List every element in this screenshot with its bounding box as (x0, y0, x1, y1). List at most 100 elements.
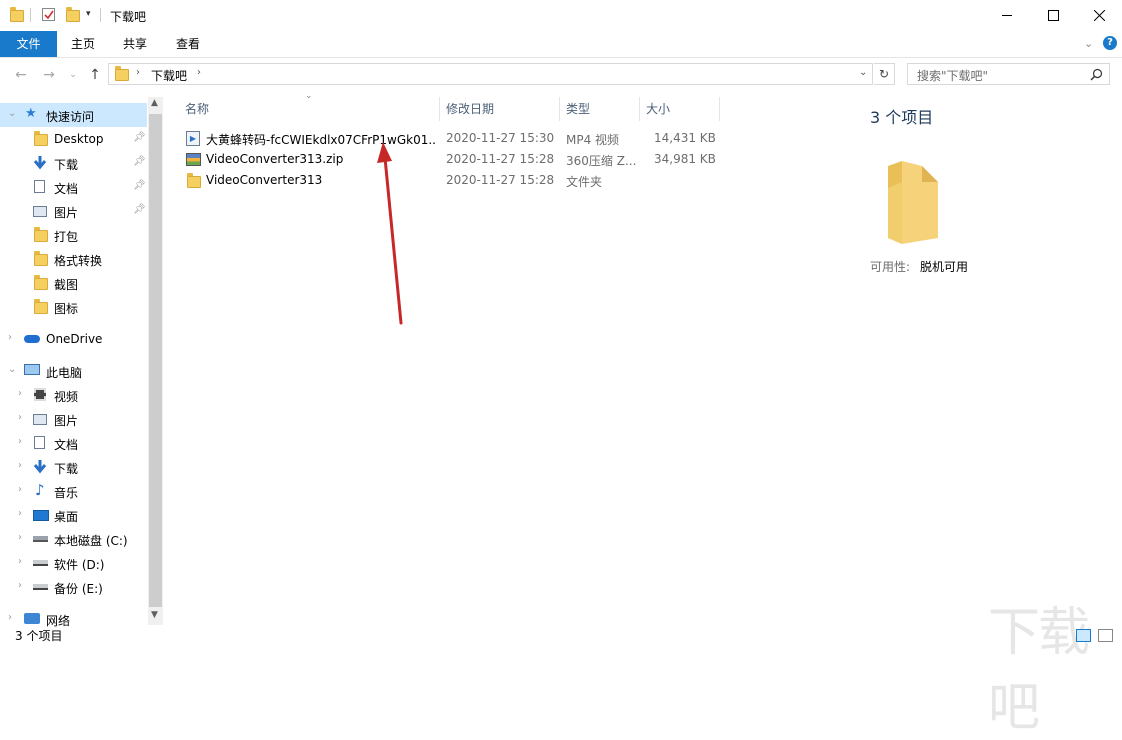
file-name[interactable]: VideoConverter313.zip (206, 152, 343, 166)
file-row[interactable]: ▶ 大黄蜂转码-fcCWIEkdlx07CFrP1wGk01... 2020-1… (180, 128, 720, 149)
chevron-right-icon[interactable]: › (18, 484, 22, 495)
column-divider[interactable] (719, 97, 720, 121)
forward-button[interactable]: → (40, 66, 58, 84)
new-folder-icon[interactable] (66, 7, 80, 22)
nav-label: 此电脑 (46, 366, 83, 380)
nav-item-folder[interactable]: 格式转换 (0, 247, 147, 271)
nav-item-downloads[interactable]: 下载 📌︎ (0, 151, 147, 175)
nav-label: 备份 (E:) (54, 582, 103, 596)
nav-label: 桌面 (54, 510, 79, 524)
nav-label: 下载 (54, 158, 79, 172)
chevron-down-icon[interactable]: ⌄ (8, 108, 16, 119)
nav-this-pc[interactable]: ⌄ 此电脑 (0, 359, 147, 383)
column-size[interactable]: 大小 (646, 97, 670, 121)
chevron-right-icon[interactable]: › (18, 508, 22, 519)
tab-home[interactable]: 主页 (60, 31, 106, 57)
nav-item-videos[interactable]: › 视频 (0, 383, 147, 407)
chevron-right-icon[interactable]: › (18, 388, 22, 399)
column-divider[interactable] (559, 97, 560, 121)
nav-item-documents[interactable]: 文档 📌︎ (0, 175, 147, 199)
properties-icon[interactable] (42, 8, 55, 21)
close-button[interactable] (1076, 0, 1122, 31)
nav-item-desktop[interactable]: › 桌面 (0, 503, 147, 527)
nav-label: 下载 (54, 462, 79, 476)
column-type[interactable]: 类型 (566, 97, 590, 121)
nav-item-desktop[interactable]: Desktop 📌︎ (0, 127, 147, 151)
breadcrumb-separator[interactable]: › (197, 67, 201, 78)
minimize-button[interactable] (984, 0, 1030, 31)
file-row[interactable]: VideoConverter313.zip 2020-11-27 15:28 3… (180, 149, 720, 170)
refresh-button[interactable]: ↻ (874, 63, 895, 85)
breadcrumb-item[interactable]: 下载吧 (151, 67, 187, 84)
customize-qat-icon[interactable]: ▾ (86, 9, 91, 19)
tab-file[interactable]: 文件 (0, 31, 57, 57)
folder-icon (34, 275, 48, 290)
nav-item-folder[interactable]: 图标 (0, 295, 147, 319)
nav-item-downloads[interactable]: › 下载 (0, 455, 147, 479)
maximize-button[interactable] (1030, 0, 1076, 31)
nav-label: 本地磁盘 (C:) (54, 534, 128, 548)
annotation-arrow (377, 142, 403, 325)
file-modified: 2020-11-27 15:28 (446, 173, 555, 187)
back-button[interactable]: ← (12, 66, 30, 84)
download-icon (33, 156, 47, 170)
column-divider[interactable] (439, 97, 440, 121)
help-icon[interactable]: ? (1103, 36, 1117, 50)
chevron-right-icon[interactable]: › (18, 532, 22, 543)
up-button[interactable]: ↑ (86, 66, 104, 84)
file-modified: 2020-11-27 15:30 (446, 131, 555, 145)
recent-locations-button[interactable]: ⌄ (64, 66, 82, 84)
nav-item-drive-e[interactable]: › 备份 (E:) (0, 575, 147, 599)
folder-icon (34, 131, 48, 146)
search-icon[interactable] (1090, 68, 1103, 81)
address-dropdown-icon[interactable]: ⌄ (859, 67, 867, 78)
details-view-button[interactable] (1076, 629, 1091, 642)
nav-item-folder[interactable]: 截图 (0, 271, 147, 295)
collapse-ribbon-icon[interactable]: ⌄ (1084, 37, 1093, 50)
column-modified[interactable]: 修改日期 (446, 97, 494, 121)
picture-icon (33, 206, 47, 217)
search-input[interactable]: 搜索"下载吧" (907, 63, 1110, 85)
star-icon: ★ (25, 106, 37, 121)
chevron-right-icon[interactable]: › (18, 580, 22, 591)
large-icons-view-button[interactable] (1098, 629, 1113, 642)
nav-item-documents[interactable]: › 文档 (0, 431, 147, 455)
nav-item-music[interactable]: › ♪ 音乐 (0, 479, 147, 503)
nav-item-pictures[interactable]: 图片 📌︎ (0, 199, 147, 223)
address-bar[interactable]: › 下载吧 › ⌄ (108, 63, 873, 85)
chevron-down-icon[interactable]: ⌄ (8, 364, 16, 375)
nav-item-pictures[interactable]: › 图片 (0, 407, 147, 431)
nav-onedrive[interactable]: › OneDrive (0, 327, 147, 351)
chevron-right-icon[interactable]: › (18, 412, 22, 423)
pin-icon: 📌︎ (133, 132, 146, 143)
chevron-right-icon[interactable]: › (8, 612, 12, 623)
scroll-up-icon[interactable]: ▲ (151, 98, 158, 108)
folder-icon (10, 7, 24, 22)
nav-item-drive-d[interactable]: › 软件 (D:) (0, 551, 147, 575)
nav-quick-access[interactable]: ⌄ ★ 快速访问 (0, 103, 147, 127)
scroll-thumb[interactable] (149, 114, 162, 607)
tab-view[interactable]: 查看 (165, 31, 211, 57)
pin-icon: 📌︎ (133, 156, 146, 167)
column-name[interactable]: 名称 (185, 97, 209, 121)
title-bar: ▾ 下载吧 (0, 0, 1122, 31)
nav-label: 音乐 (54, 486, 79, 500)
folder-icon (34, 299, 48, 314)
chevron-right-icon[interactable]: › (18, 436, 22, 447)
tab-share[interactable]: 共享 (112, 31, 158, 57)
chevron-right-icon[interactable]: › (8, 332, 12, 343)
chevron-right-icon[interactable]: › (18, 460, 22, 471)
details-item-count: 3 个项目 (870, 108, 934, 127)
column-divider[interactable] (639, 97, 640, 121)
file-size: 34,981 KB (654, 152, 716, 166)
chevron-right-icon[interactable]: › (18, 556, 22, 567)
nav-item-folder[interactable]: 打包 (0, 223, 147, 247)
file-modified: 2020-11-27 15:28 (446, 152, 555, 166)
file-row[interactable]: VideoConverter313 2020-11-27 15:28 文件夹 (180, 170, 720, 191)
nav-item-drive-c[interactable]: › 本地磁盘 (C:) (0, 527, 147, 551)
nav-scrollbar[interactable]: ▲ ▼ (148, 97, 163, 625)
file-name[interactable]: VideoConverter313 (206, 173, 322, 187)
nav-label: 图标 (54, 302, 79, 316)
nav-label: 格式转换 (54, 254, 103, 268)
scroll-down-icon[interactable]: ▼ (151, 610, 158, 620)
